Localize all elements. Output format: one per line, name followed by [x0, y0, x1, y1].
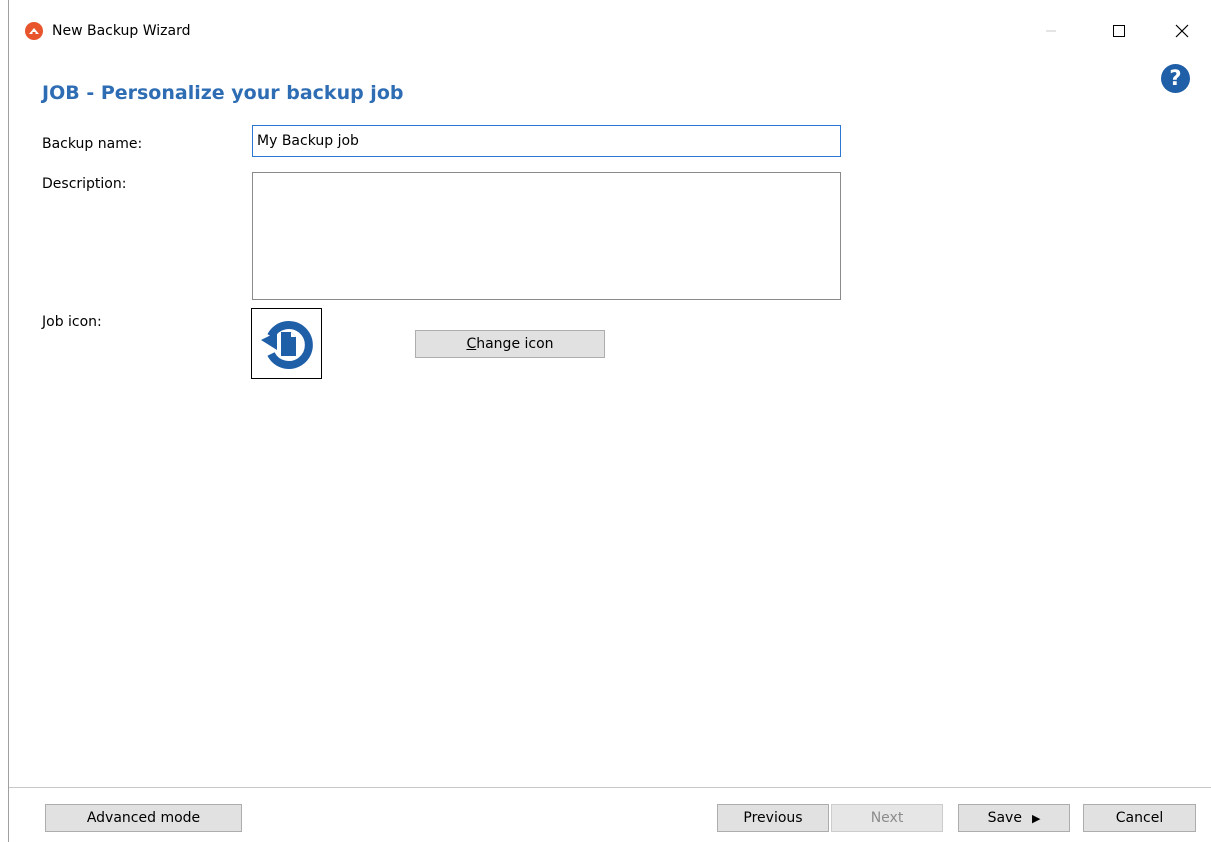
- backup-name-input[interactable]: [252, 125, 841, 157]
- backup-restore-file-icon: [260, 320, 313, 369]
- save-button[interactable]: Save ▶: [958, 804, 1070, 832]
- page-title: JOB - Personalize your backup job: [42, 82, 404, 104]
- backup-name-label: Backup name:: [42, 136, 143, 152]
- advanced-mode-button[interactable]: Advanced mode: [45, 804, 242, 832]
- window-title: New Backup Wizard: [52, 23, 191, 39]
- next-button[interactable]: Next: [831, 804, 943, 832]
- description-label: Description:: [42, 176, 127, 192]
- close-button[interactable]: [1159, 14, 1205, 48]
- title-bar: New Backup Wizard: [9, 0, 1211, 62]
- help-icon[interactable]: ?: [1161, 64, 1190, 93]
- close-icon: [1175, 24, 1189, 38]
- maximize-button[interactable]: [1096, 14, 1142, 48]
- minimize-icon: [1046, 30, 1056, 32]
- change-icon-button[interactable]: Change icon: [415, 330, 605, 358]
- previous-button[interactable]: Previous: [717, 804, 829, 832]
- footer-divider: [9, 787, 1211, 788]
- save-button-label: Save: [987, 810, 1022, 826]
- app-logo-icon: [25, 22, 43, 40]
- change-icon-label: hange icon: [476, 336, 554, 352]
- description-textarea[interactable]: [252, 172, 841, 300]
- change-icon-mnemonic: C: [466, 336, 477, 352]
- dropdown-arrow-icon: ▶: [1031, 811, 1041, 825]
- wizard-window: New Backup Wizard ? JOB - Personalize yo…: [8, 0, 1211, 842]
- job-icon-label: Job icon:: [42, 314, 102, 330]
- minimize-button[interactable]: [1028, 14, 1074, 48]
- maximize-icon: [1113, 25, 1125, 37]
- cancel-button[interactable]: Cancel: [1083, 804, 1196, 832]
- job-icon-preview[interactable]: [251, 308, 322, 379]
